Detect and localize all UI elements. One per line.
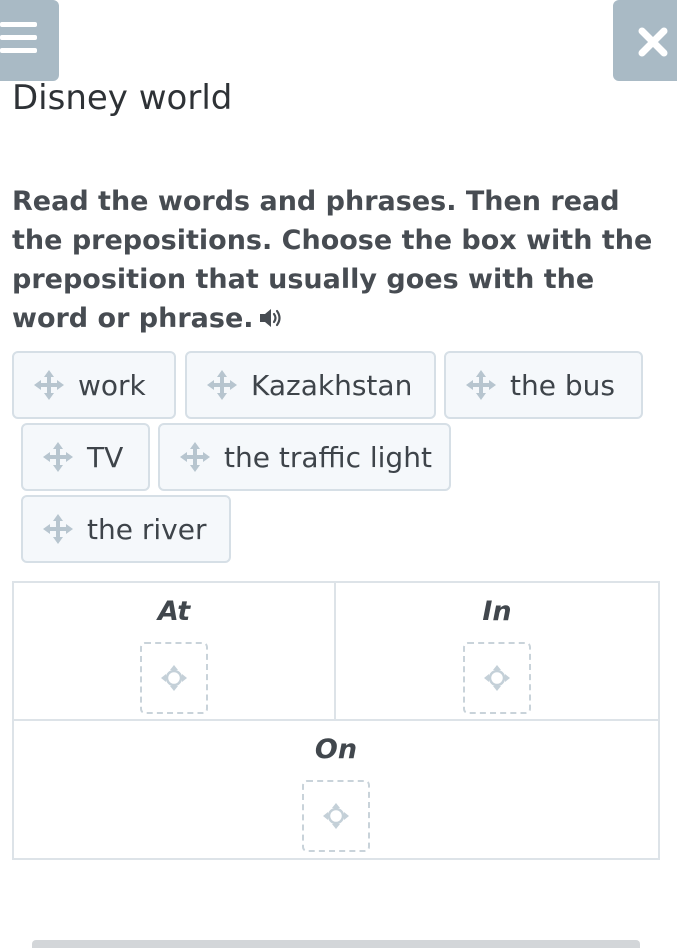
word-chip-label: TV	[87, 440, 124, 474]
word-chip-tv[interactable]: TV	[21, 423, 150, 491]
word-chip-label: work	[78, 368, 146, 402]
drop-zone-title: On	[314, 734, 358, 765]
crosshair-icon	[484, 665, 510, 691]
scrollbar[interactable]	[32, 940, 640, 948]
word-chip-work[interactable]: work	[12, 351, 176, 419]
drop-zone-on: On	[14, 721, 658, 858]
word-chip-label: the traffic light	[224, 440, 432, 474]
menu-button[interactable]	[0, 0, 59, 81]
speaker-icon[interactable]	[258, 302, 284, 341]
drop-target[interactable]	[302, 780, 370, 852]
close-button[interactable]	[613, 0, 677, 81]
word-chip-label: Kazakhstan	[251, 368, 413, 402]
drop-zone-in: In	[336, 583, 658, 721]
instructions-text: Read the words and phrases. Then read th…	[12, 186, 653, 334]
drop-zone-title: At	[157, 596, 191, 627]
drop-target[interactable]	[140, 642, 208, 714]
move-icon	[207, 370, 237, 400]
move-icon	[43, 442, 73, 472]
crosshair-icon	[323, 803, 349, 829]
preposition-grid: At In On	[12, 581, 660, 860]
word-chip-label: the river	[87, 512, 207, 546]
move-icon	[43, 514, 73, 544]
word-chip-label: the bus	[510, 368, 615, 402]
word-chip-the-bus[interactable]: the bus	[444, 351, 643, 419]
move-icon	[34, 370, 64, 400]
page-title: Disney world	[12, 78, 233, 118]
drop-target[interactable]	[463, 642, 531, 714]
word-chip-the-traffic-light[interactable]: the traffic light	[158, 423, 451, 491]
move-icon	[466, 370, 496, 400]
crosshair-icon	[161, 665, 187, 691]
move-icon	[180, 442, 210, 472]
word-chip-the-river[interactable]: the river	[21, 495, 231, 563]
drop-zone-at: At	[14, 583, 336, 721]
drop-zone-title: In	[482, 596, 512, 627]
task-instructions: Read the words and phrases. Then read th…	[12, 182, 662, 341]
word-chip-kazakhstan[interactable]: Kazakhstan	[185, 351, 436, 419]
close-icon	[638, 27, 668, 57]
